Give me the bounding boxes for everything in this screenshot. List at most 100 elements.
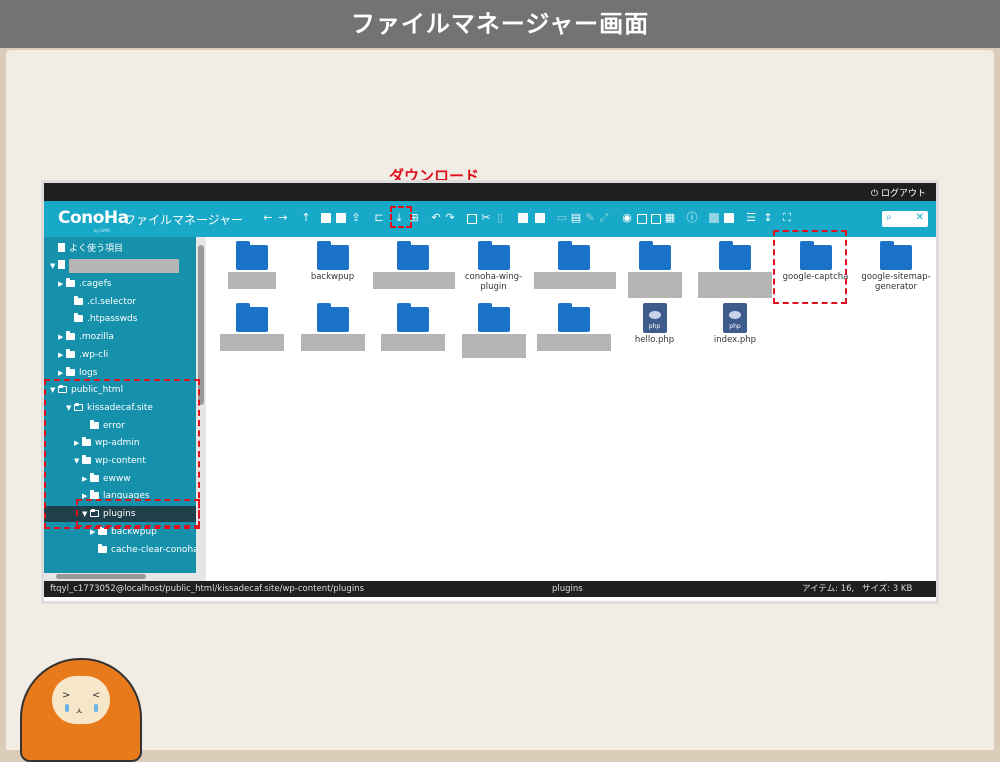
file-manager-window: ⏻ ログアウト ConoHa by GMO ファイルマネージャー ← → ↑ ⇪ … — [44, 183, 936, 601]
duplicate-icon[interactable]: ▭ — [556, 211, 568, 225]
select-none-icon[interactable] — [650, 211, 662, 225]
cut-icon[interactable]: ✂ — [480, 211, 492, 225]
folder-icon — [397, 303, 429, 332]
grid-item-3[interactable]: conoha-wing-plugin — [454, 241, 534, 292]
status-size: サイズ: 3 KB — [862, 584, 913, 594]
status-current-folder: plugins — [552, 584, 583, 594]
folder-icon — [74, 313, 83, 323]
grid-item-11[interactable] — [373, 303, 453, 351]
sidebar-item-0[interactable]: ▶ .cagefs — [44, 276, 196, 292]
sort-icon[interactable]: ↕ — [762, 211, 774, 225]
grid-item-2[interactable] — [373, 241, 455, 289]
sidebar-item-3[interactable]: ▶ .mozilla — [44, 329, 196, 345]
grid-item-0[interactable] — [212, 241, 292, 289]
list-view-icon[interactable]: ☰ — [745, 211, 757, 225]
tear — [94, 704, 98, 712]
download-highlight — [390, 206, 412, 228]
redacted-label — [220, 334, 284, 351]
edit-icon[interactable]: ✎ — [584, 211, 596, 225]
root-item[interactable]: ▼ — [50, 258, 202, 274]
folder-icon — [66, 331, 75, 341]
folder-icon — [66, 348, 75, 358]
forward-icon[interactable]: → — [277, 211, 289, 225]
logo-subtext: by GMO — [94, 228, 110, 233]
open-folder-icon[interactable]: ⊏ — [373, 211, 385, 225]
folder-icon — [74, 295, 83, 305]
favorites-item[interactable]: よく使う項目 — [58, 241, 206, 257]
folder-icon — [316, 303, 349, 332]
mascot-eye: > — [62, 690, 71, 701]
plugins-highlight — [76, 499, 200, 527]
caret-right-icon: ▶ — [58, 350, 64, 359]
delete-icon[interactable] — [517, 211, 529, 225]
elephant-icon — [729, 311, 741, 319]
drive-icon — [58, 260, 65, 269]
search-icon: ⌕ — [886, 212, 892, 223]
status-path: ftqyl_c1773052@localhost/public_html/kis… — [50, 584, 364, 594]
empty-icon[interactable] — [534, 211, 546, 225]
redacted-label — [537, 334, 611, 351]
grid-item-5[interactable] — [615, 241, 695, 298]
tree-label: .cl.selector — [87, 296, 137, 307]
undo-icon[interactable]: ↶ — [430, 211, 442, 225]
folder-icon — [66, 366, 75, 376]
new-folder-icon[interactable] — [320, 211, 332, 225]
view-icon[interactable]: ◉ — [621, 211, 633, 225]
grid-item-15[interactable]: php index.php — [695, 303, 775, 345]
upload-icon[interactable]: ⇪ — [350, 211, 362, 225]
folder-icon — [477, 241, 510, 270]
folder-icon — [558, 303, 590, 332]
grid-item-13[interactable] — [534, 303, 614, 351]
tree-label: cache-clear-conoha — [111, 544, 199, 555]
sidebar-hscrollbar[interactable] — [44, 573, 206, 581]
fullscreen-icon[interactable]: ⛶ — [781, 211, 793, 225]
grid-item-12[interactable] — [454, 303, 534, 358]
archive-icon[interactable] — [723, 211, 735, 225]
paste-icon[interactable]: ▯ — [494, 211, 506, 225]
logout-button[interactable]: ⏻ ログアウト — [871, 186, 926, 199]
tree-label: logs — [79, 367, 98, 378]
grid-item-1[interactable]: backwpup — [293, 241, 373, 282]
search-input[interactable]: ⌕ ✕ — [882, 211, 928, 227]
caret-down-icon: ▼ — [50, 262, 56, 270]
folder-icon — [638, 241, 671, 270]
folder-icon — [236, 241, 268, 270]
caret-right-icon: ▶ — [58, 333, 64, 342]
sidebar-item-15[interactable]: cache-clear-conoha — [44, 542, 199, 558]
clear-search-icon[interactable]: ✕ — [916, 212, 924, 223]
grid-item-8[interactable]: google-sitemap-generator — [856, 241, 936, 292]
hscroll-thumb[interactable] — [56, 574, 146, 579]
php-file-icon: php — [723, 303, 747, 333]
grid-item-label: backwpup — [310, 272, 355, 282]
select-all-icon[interactable] — [636, 211, 648, 225]
grid-item-9[interactable] — [212, 303, 292, 351]
rename-icon[interactable]: ▤ — [570, 211, 582, 225]
grid-item-14[interactable]: php hello.php — [615, 303, 695, 345]
redacted-label — [698, 272, 772, 298]
new-file-icon[interactable] — [335, 211, 347, 225]
sidebar-item-4[interactable]: ▶ .wp-cli — [44, 347, 196, 363]
invert-select-icon[interactable]: ▦ — [664, 211, 676, 225]
grid-item-label: conoha-wing-plugin — [464, 272, 523, 292]
sidebar-item-2[interactable]: .htpasswds — [44, 311, 196, 327]
resize-icon[interactable]: ⤢ — [598, 211, 610, 225]
info-icon[interactable]: ⓘ — [686, 211, 698, 225]
copy-icon[interactable] — [466, 211, 478, 225]
extract-icon[interactable] — [708, 211, 720, 225]
redo-icon[interactable]: ↷ — [444, 211, 456, 225]
sidebar-item-1[interactable]: .cl.selector — [44, 294, 196, 310]
grid-item-4[interactable] — [534, 241, 616, 289]
grid-item-10[interactable] — [293, 303, 373, 351]
folder-icon — [558, 241, 590, 270]
logout-label: ログアウト — [880, 189, 926, 199]
folder-icon — [316, 241, 349, 270]
folder-icon — [236, 303, 268, 332]
tree-label: .htpasswds — [87, 314, 138, 325]
grid-item-6[interactable] — [695, 241, 775, 298]
redacted-label — [461, 334, 526, 358]
grid-item-label: google-sitemap-generator — [861, 272, 931, 292]
back-icon[interactable]: ← — [262, 211, 274, 225]
redacted-label — [300, 334, 365, 351]
redacted-label — [627, 272, 682, 298]
parent-folder-icon[interactable]: ↑ — [300, 211, 312, 225]
